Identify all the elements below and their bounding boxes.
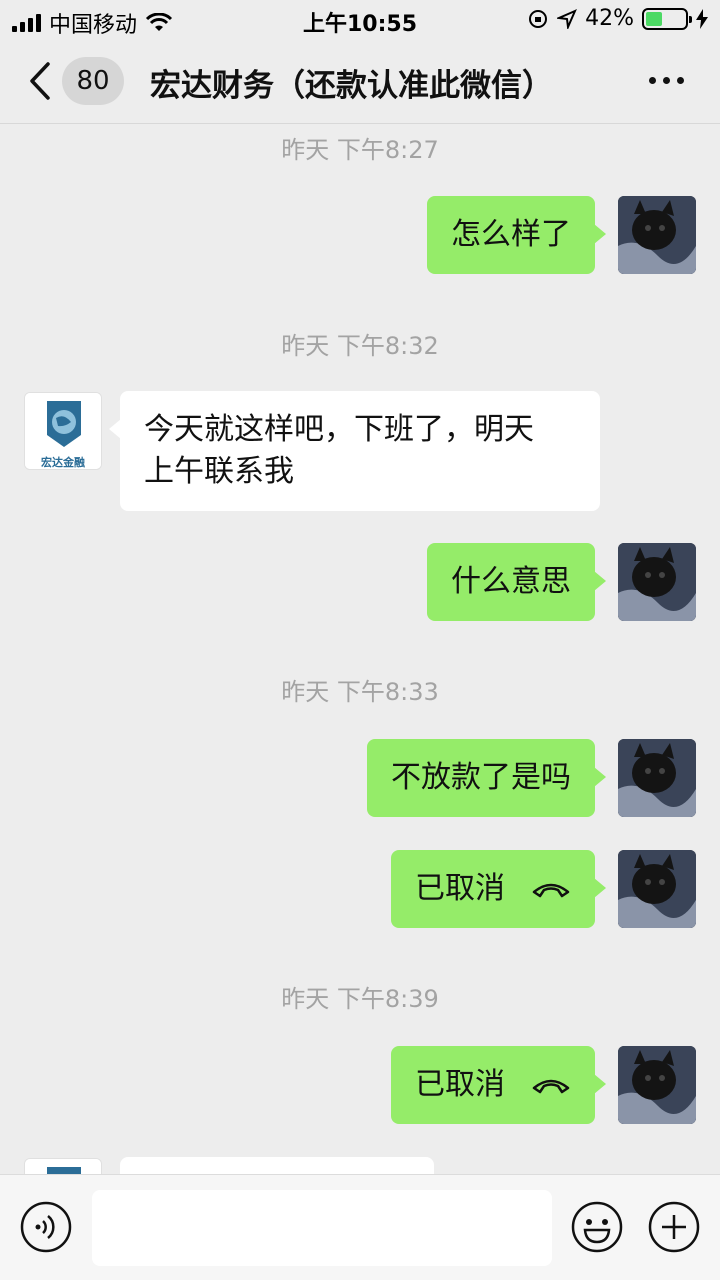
input-bar	[0, 1174, 720, 1280]
unread-count-badge[interactable]: 80	[62, 57, 124, 105]
charging-icon	[696, 8, 708, 29]
chat-screen: 中国移动 上午10:55 42% 80 宏达财务（还款认准此微信） 昨天 下午8…	[0, 0, 720, 1280]
back-icon[interactable]	[24, 58, 54, 104]
message-bubble-sent[interactable]: 怎么样了	[427, 196, 606, 274]
contact-avatar[interactable]: 宏达金融	[24, 392, 102, 470]
voice-input-icon[interactable]	[20, 1201, 72, 1253]
my-avatar[interactable]	[618, 739, 696, 817]
message-text-line: 今天就这样吧，下班了，明天	[144, 412, 534, 447]
more-options-button[interactable]	[642, 68, 690, 92]
phone-hangup-icon	[532, 883, 570, 898]
nav-bar: 80 宏达财务（还款认准此微信）	[0, 40, 720, 124]
message-bubble-received[interactable]	[120, 1157, 434, 1174]
status-bar: 中国移动 上午10:55 42%	[0, 0, 720, 40]
call-status-text: 已取消	[415, 871, 505, 906]
chat-title: 宏达财务（还款认准此微信）	[150, 68, 553, 104]
message-bubble-sent[interactable]: 什么意思	[427, 543, 606, 621]
my-avatar[interactable]	[618, 850, 696, 928]
my-avatar[interactable]	[618, 1046, 696, 1124]
message-bubble-received[interactable]: 今天就这样吧，下班了，明天 上午联系我	[109, 391, 600, 511]
call-status-text: 已取消	[415, 1067, 505, 1102]
contact-logo-text: 宏达金融	[41, 456, 85, 469]
message-bubble-sent[interactable]: 不放款了是吗	[367, 739, 606, 817]
my-avatar[interactable]	[618, 543, 696, 621]
phone-hangup-icon	[532, 1079, 570, 1094]
message-text: 怎么样了	[451, 217, 571, 252]
call-record-bubble[interactable]: 已取消	[391, 1046, 606, 1124]
timestamp: 昨天 下午8:32	[281, 332, 439, 360]
orientation-lock-icon	[529, 9, 548, 28]
message-text: 什么意思	[451, 564, 571, 599]
contact-avatar[interactable]	[24, 1158, 102, 1174]
message-list[interactable]: 昨天 下午8:27 怎么样了 昨天 下午8:32 宏达金融 今天就这样吧，下班了…	[0, 124, 720, 1174]
battery-icon	[642, 7, 692, 30]
add-more-icon[interactable]	[648, 1201, 700, 1253]
timestamp: 昨天 下午8:33	[281, 678, 439, 706]
call-record-bubble[interactable]: 已取消	[391, 850, 606, 928]
message-text-line: 上午联系我	[144, 454, 294, 489]
battery-percent: 42%	[585, 6, 634, 31]
location-icon	[557, 8, 578, 29]
message-input[interactable]	[92, 1190, 552, 1266]
timestamp: 昨天 下午8:39	[281, 985, 439, 1013]
emoji-icon[interactable]	[571, 1201, 623, 1253]
message-text: 不放款了是吗	[391, 760, 571, 795]
my-avatar[interactable]	[618, 196, 696, 274]
timestamp: 昨天 下午8:27	[281, 136, 439, 164]
